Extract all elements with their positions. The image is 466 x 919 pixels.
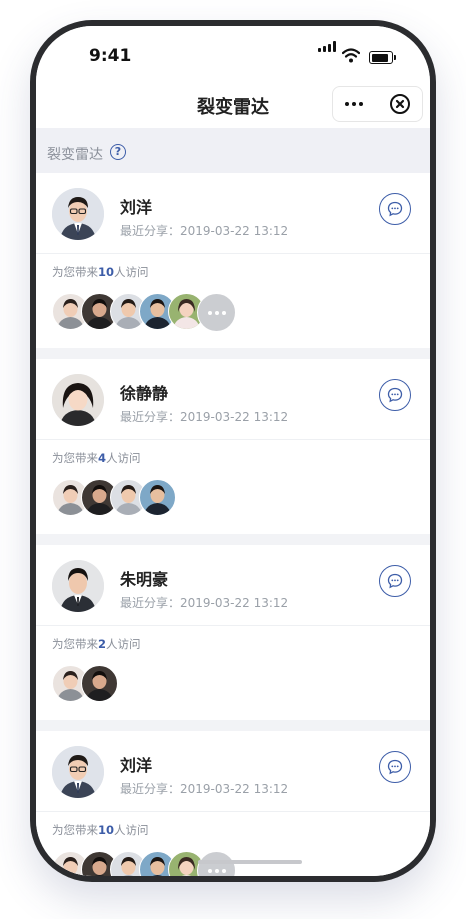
visit-summary: 为您带来2人访问 bbox=[52, 636, 141, 652]
visit-suffix: 人访问 bbox=[106, 451, 141, 465]
radar-card[interactable]: 刘洋 最近分享：2019-03-22 13:12 为您带来10人访问 bbox=[36, 173, 430, 348]
visit-prefix: 为您带来 bbox=[52, 637, 98, 651]
divider bbox=[36, 625, 430, 626]
sharer-name: 刘洋 bbox=[120, 756, 153, 775]
last-share-line: 最近分享：2019-03-22 13:12 bbox=[120, 222, 288, 239]
visitor-avatar bbox=[139, 479, 176, 516]
battery-cap bbox=[394, 55, 396, 60]
last-share-line: 最近分享：2019-03-22 13:12 bbox=[120, 780, 288, 797]
nav-bar: 裂变雷达 bbox=[36, 82, 430, 128]
battery-icon bbox=[369, 51, 393, 64]
visit-count: 4 bbox=[98, 451, 107, 465]
close-circle-icon[interactable] bbox=[390, 94, 410, 114]
sharer-name: 刘洋 bbox=[120, 198, 153, 217]
divider bbox=[36, 253, 430, 254]
home-indicator[interactable] bbox=[198, 860, 302, 864]
visit-count: 10 bbox=[98, 823, 115, 837]
sharer-name: 徐静静 bbox=[120, 384, 169, 403]
visit-prefix: 为您带来 bbox=[52, 451, 98, 465]
avatar bbox=[52, 374, 104, 426]
share-time: 2019-03-22 13:12 bbox=[180, 782, 289, 796]
miniprogram-capsule bbox=[332, 86, 423, 122]
share-time: 2019-03-22 13:12 bbox=[180, 410, 289, 424]
share-label: 最近分享： bbox=[120, 410, 181, 424]
radar-card[interactable]: 朱明豪 最近分享：2019-03-22 13:12 为您带来2人访问 bbox=[36, 545, 430, 720]
visitor-avatar bbox=[81, 665, 118, 702]
avatar bbox=[52, 746, 104, 798]
more-visitors-icon[interactable] bbox=[197, 293, 236, 332]
visit-count: 10 bbox=[98, 265, 115, 279]
chat-bubble-icon[interactable] bbox=[379, 379, 411, 411]
status-time: 9:41 bbox=[89, 46, 132, 66]
share-label: 最近分享： bbox=[120, 782, 181, 796]
visit-prefix: 为您带来 bbox=[52, 265, 98, 279]
wifi-icon bbox=[342, 48, 360, 63]
status-bar: 9:41 bbox=[36, 26, 430, 88]
visit-summary: 为您带来10人访问 bbox=[52, 264, 149, 280]
divider bbox=[36, 439, 430, 440]
avatar bbox=[52, 188, 104, 240]
last-share-line: 最近分享：2019-03-22 13:12 bbox=[120, 408, 288, 425]
visit-prefix: 为您带来 bbox=[52, 823, 98, 837]
section-title: 裂变雷达 bbox=[47, 147, 103, 163]
visit-suffix: 人访问 bbox=[114, 265, 149, 279]
avatar bbox=[52, 560, 104, 612]
question-circle-icon[interactable]: ? bbox=[110, 144, 126, 160]
share-time: 2019-03-22 13:12 bbox=[180, 596, 289, 610]
share-label: 最近分享： bbox=[120, 596, 181, 610]
visit-summary: 为您带来4人访问 bbox=[52, 450, 141, 466]
visit-count: 2 bbox=[98, 637, 107, 651]
last-share-line: 最近分享：2019-03-22 13:12 bbox=[120, 594, 288, 611]
divider bbox=[36, 811, 430, 812]
chat-bubble-icon[interactable] bbox=[379, 751, 411, 783]
share-time: 2019-03-22 13:12 bbox=[180, 224, 289, 238]
sharer-name: 朱明豪 bbox=[120, 570, 169, 589]
radar-card[interactable]: 徐静静 最近分享：2019-03-22 13:12 为您带来4人访问 bbox=[36, 359, 430, 534]
visit-suffix: 人访问 bbox=[106, 637, 141, 651]
chat-bubble-icon[interactable] bbox=[379, 565, 411, 597]
visit-suffix: 人访问 bbox=[114, 823, 149, 837]
chat-bubble-icon[interactable] bbox=[379, 193, 411, 225]
share-label: 最近分享： bbox=[120, 224, 181, 238]
visit-summary: 为您带来10人访问 bbox=[52, 822, 149, 838]
phone-screen: 9:41 裂变雷达 裂变雷达 ? 刘洋 最近分享：2019-03-22 13:1… bbox=[36, 26, 430, 876]
radar-card[interactable]: 刘洋 最近分享：2019-03-22 13:12 为您带来10人访问 bbox=[36, 731, 430, 876]
